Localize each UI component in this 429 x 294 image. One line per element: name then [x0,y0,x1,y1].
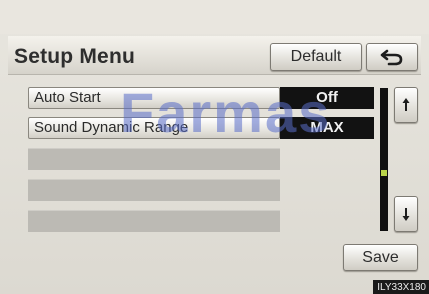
back-button[interactable] [366,43,418,71]
back-arrow-icon [379,48,405,66]
empty-row [28,148,280,170]
scroll-up-arrow-icon [401,96,411,114]
image-code-label: ILY33X180 [373,280,429,294]
setting-row-sound-dynamic-range[interactable]: Sound Dynamic Range [28,117,280,139]
scroll-up-button[interactable] [394,87,418,123]
setting-row-auto-start[interactable]: Auto Start [28,87,280,109]
scroll-down-arrow-icon [401,205,411,223]
scroll-down-button[interactable] [394,196,418,232]
setup-menu-screen: Setup Menu Default Auto Start Off Sound … [0,0,429,294]
scroll-position-indicator [381,170,387,176]
page-title: Setup Menu [14,45,135,68]
setting-value-auto-start: Off [280,87,374,109]
save-button[interactable]: Save [343,244,418,271]
top-band [0,0,429,34]
empty-row [28,210,280,232]
empty-row [28,179,280,201]
default-button[interactable]: Default [270,43,362,71]
scroll-track[interactable] [380,88,388,231]
setting-value-sound-dynamic-range: MAX [280,117,374,139]
